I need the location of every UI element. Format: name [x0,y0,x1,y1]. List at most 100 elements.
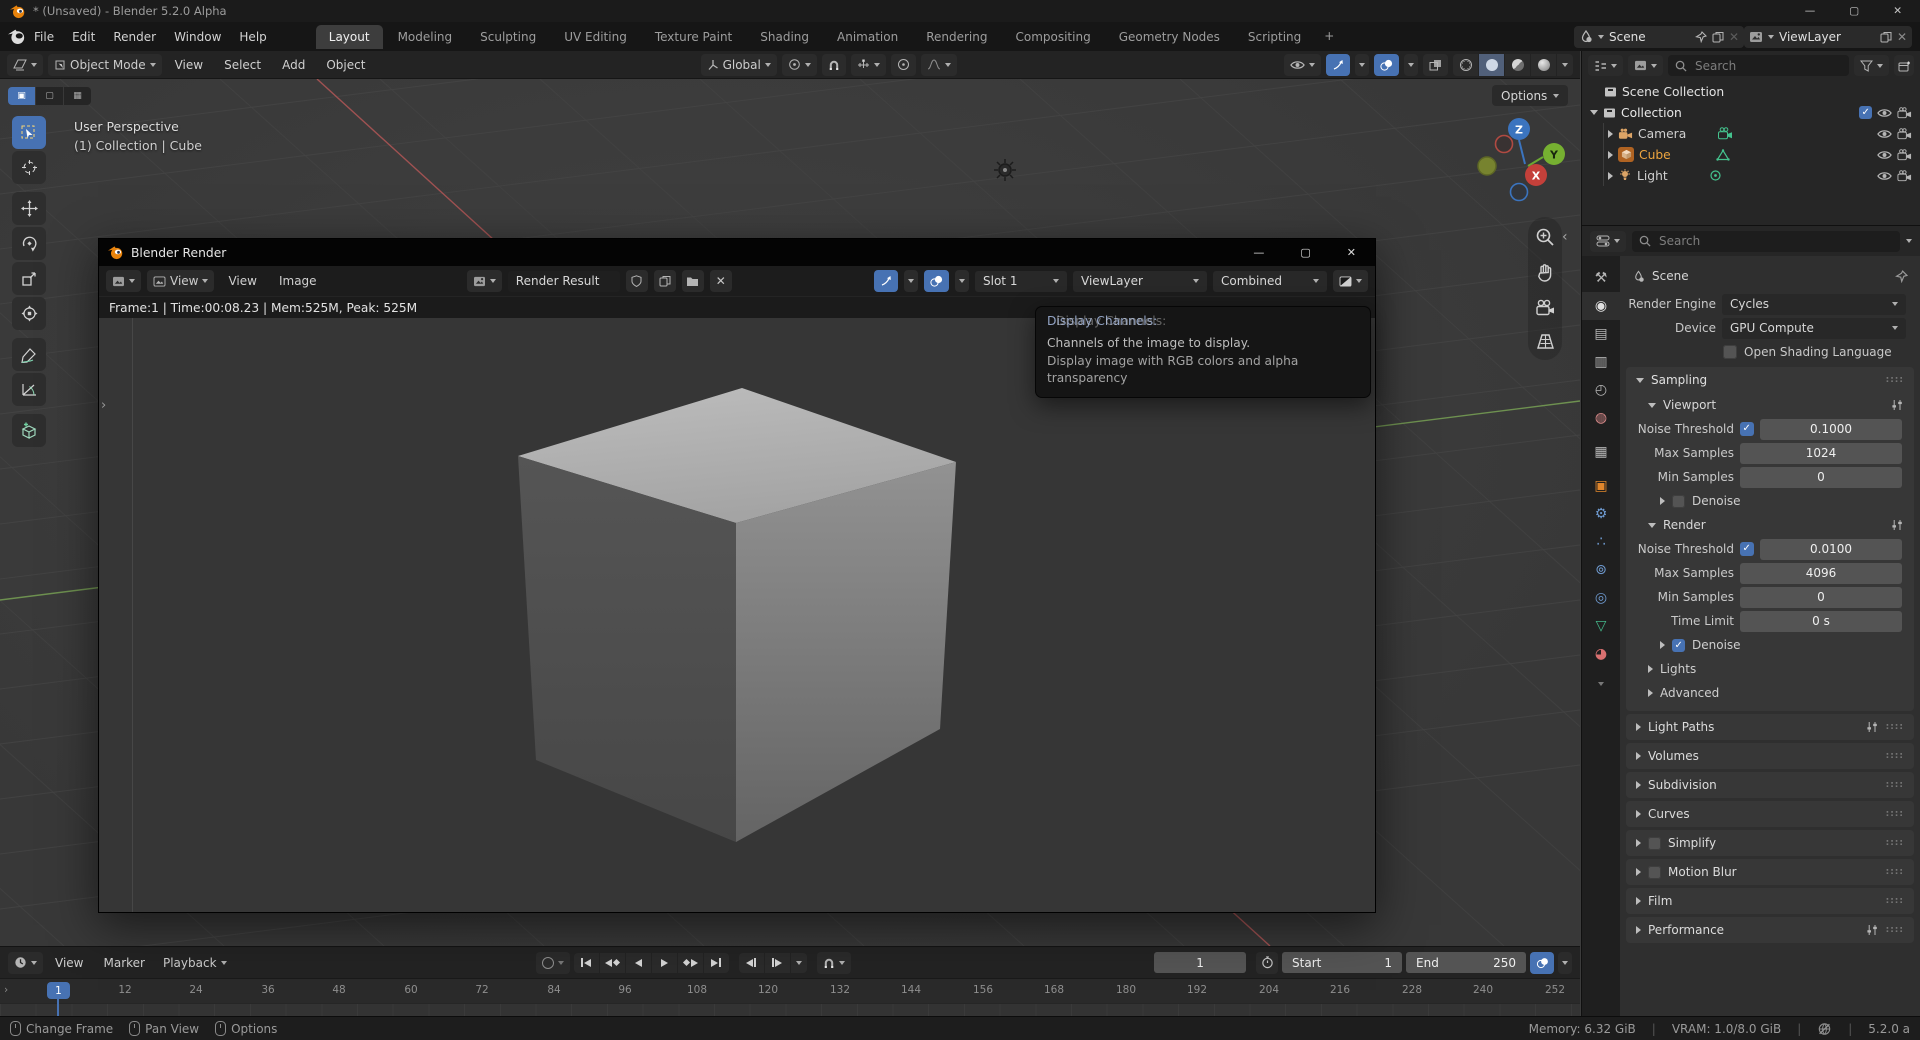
rw-overlays-dropdown[interactable] [955,270,969,292]
image-name-field[interactable]: Render Result [508,271,620,292]
panel-light-paths[interactable]: Light Paths :::: [1626,714,1914,740]
preview-range-clock-button[interactable] [1256,952,1278,974]
menu-edit[interactable]: Edit [63,26,104,48]
tab-view-layer[interactable]: ▥ [1582,348,1620,376]
drag-grip-icon[interactable]: :::: [1886,896,1904,906]
camera-view-icon[interactable] [1534,299,1556,317]
light-expand-icon[interactable] [1608,172,1613,180]
presets-icon[interactable] [1891,519,1904,531]
rw-menu-image[interactable]: Image [271,271,325,291]
vp-menu-select[interactable]: Select [216,55,269,75]
disable-render-camera-icon[interactable] [1897,128,1912,140]
frame-step-dropdown[interactable] [791,953,807,973]
timeline-menu-playback[interactable]: Playback [157,952,233,974]
tab-animation[interactable]: Animation [824,25,911,49]
disable-render-camera-icon[interactable] [1897,170,1912,182]
properties-search[interactable] [1632,231,1900,252]
prev-keyframe-button[interactable] [600,953,625,973]
overlay-toggle-button[interactable] [1530,952,1554,974]
r-min-field[interactable]: 0 [1740,587,1902,608]
r-noise-field[interactable]: 0.0100 [1760,539,1902,560]
vp-max-field[interactable]: 1024 [1740,443,1902,464]
motion-blur-checkbox[interactable] [1648,866,1661,879]
sampling-viewport-header[interactable]: Viewport [1626,393,1914,417]
drag-grip-icon[interactable]: :::: [1886,780,1904,790]
close-button[interactable]: ✕ [1893,5,1902,17]
scale-tool[interactable] [12,262,46,295]
image-editor-type-button[interactable] [106,270,141,292]
cursor-tool[interactable] [12,151,46,184]
display-channels-button[interactable] [1333,270,1368,292]
r-denoise-checkbox[interactable] [1672,639,1685,652]
rw-menu-view[interactable]: View [220,271,264,291]
outliner-row-scene-collection[interactable]: Scene Collection [1588,81,1914,102]
menu-file[interactable]: File [25,26,63,48]
advanced-row[interactable]: Advanced [1626,681,1914,705]
light-object-gizmo[interactable] [992,157,1018,183]
tab-output[interactable]: ▤ [1582,320,1620,348]
rw-gizmo-toggle[interactable] [874,270,898,292]
presets-icon[interactable] [1891,399,1904,411]
minimize-button[interactable]: — [1805,5,1816,17]
tab-constraints[interactable]: ◎ [1582,584,1620,612]
tab-compositing[interactable]: Compositing [1002,25,1103,49]
tab-shading[interactable]: Shading [747,25,822,49]
scene-selector[interactable]: Scene ✕ [1574,26,1744,48]
panel-motion-blur[interactable]: Motion Blur :::: [1626,859,1914,885]
disable-render-camera-icon[interactable] [1897,107,1912,119]
transform-tool[interactable] [12,297,46,330]
grid-icon[interactable] [1535,333,1556,350]
camera-label[interactable]: Camera [1638,127,1686,141]
pivot-point-dropdown[interactable] [782,54,817,76]
vp-noise-field[interactable]: 0.1000 [1760,419,1902,440]
disable-render-camera-icon[interactable] [1897,149,1912,161]
select-mode-extend-button[interactable]: ▢ [36,87,63,105]
transform-orientation-dropdown[interactable]: Global [701,54,777,76]
r-max-field[interactable]: 4096 [1740,563,1902,584]
mode-dropdown[interactable]: Object Mode [48,54,162,76]
snap-toggle-button[interactable] [822,54,846,76]
render-result-canvas[interactable]: › [99,318,1375,912]
blender-menu-icon[interactable] [8,28,25,45]
r-noise-checkbox[interactable] [1740,542,1754,556]
rw-gizmo-dropdown[interactable] [904,270,918,292]
falloff-dropdown[interactable] [921,54,957,76]
timeline-track[interactable] [0,1003,1580,1017]
xray-toggle[interactable] [1423,54,1448,76]
playback-sync-button[interactable] [817,952,851,974]
auto-keying-button[interactable] [536,952,570,974]
vp-denoise-row[interactable]: Denoise [1626,489,1914,513]
shading-wireframe-button[interactable] [1453,54,1478,76]
menu-help[interactable]: Help [230,26,275,48]
tab-modifiers[interactable]: ⚙ [1582,500,1620,528]
collection-expand-icon[interactable] [1590,110,1598,115]
light-label[interactable]: Light [1637,169,1668,183]
fake-user-button[interactable] [626,270,648,292]
hide-eye-icon[interactable] [1877,149,1892,161]
annotate-tool[interactable] [12,338,46,371]
properties-options-chevron-icon[interactable] [1906,239,1912,243]
vp-noise-checkbox[interactable] [1740,422,1754,436]
zoom-icon[interactable] [1535,227,1555,247]
navigation-gizmo[interactable]: Z Y X [1466,107,1570,211]
vp-menu-view[interactable]: View [167,55,211,75]
overlay-toggle-dropdown[interactable] [1558,952,1572,974]
lights-row[interactable]: Lights [1626,657,1914,681]
tab-material[interactable]: ◕ [1582,640,1620,668]
frame-end-field[interactable]: End 250 [1406,952,1526,973]
editing-context-dropdown[interactable]: View [147,270,214,292]
vp-min-field[interactable]: 0 [1740,467,1902,488]
render-close-button[interactable]: ✕ [1347,246,1356,259]
outliner-search-input[interactable] [1693,58,1842,74]
viewlayer-selector[interactable]: ViewLayer ✕ [1744,26,1912,48]
add-cube-tool[interactable] [12,414,46,447]
sampling-header[interactable]: Sampling :::: [1626,367,1914,393]
tab-scripting[interactable]: Scripting [1235,25,1314,49]
new-viewlayer-icon[interactable] [1880,31,1892,43]
outliner-editor-type-button[interactable] [1588,55,1623,76]
drag-grip-icon[interactable]: :::: [1886,751,1904,761]
move-tool[interactable] [12,192,46,225]
timeline-menu-marker[interactable]: Marker [95,953,152,973]
presets-icon[interactable] [1866,924,1879,936]
outliner-display-mode-button[interactable] [1628,55,1663,76]
